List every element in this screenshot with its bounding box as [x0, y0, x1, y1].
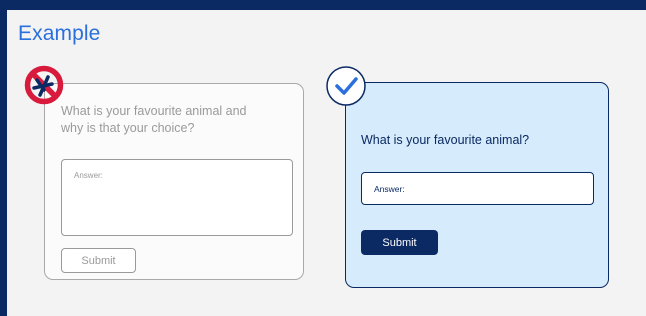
bad-example-answer-field[interactable]: Answer:: [61, 159, 293, 236]
bad-example-question: What is your favourite animal and why is…: [61, 104, 247, 135]
page-title: Example: [18, 22, 101, 45]
good-example-submit-button[interactable]: Submit: [361, 230, 438, 255]
good-example-answer-field[interactable]: Answer:: [361, 172, 594, 205]
prohibited-icon: [24, 65, 64, 105]
slide-frame: Example What is your favourite animal an…: [7, 10, 646, 316]
checkmark-icon: [326, 66, 366, 106]
bad-example-answer-placeholder: Answer:: [74, 171, 103, 180]
good-example-card: What is your favourite animal? Answer: S…: [345, 82, 609, 288]
good-example-question: What is your favourite animal?: [361, 133, 530, 147]
bad-example-submit-button[interactable]: Submit: [61, 248, 136, 273]
bad-example-card: What is your favourite animal and why is…: [44, 83, 304, 280]
good-example-answer-placeholder: Answer:: [374, 184, 405, 194]
